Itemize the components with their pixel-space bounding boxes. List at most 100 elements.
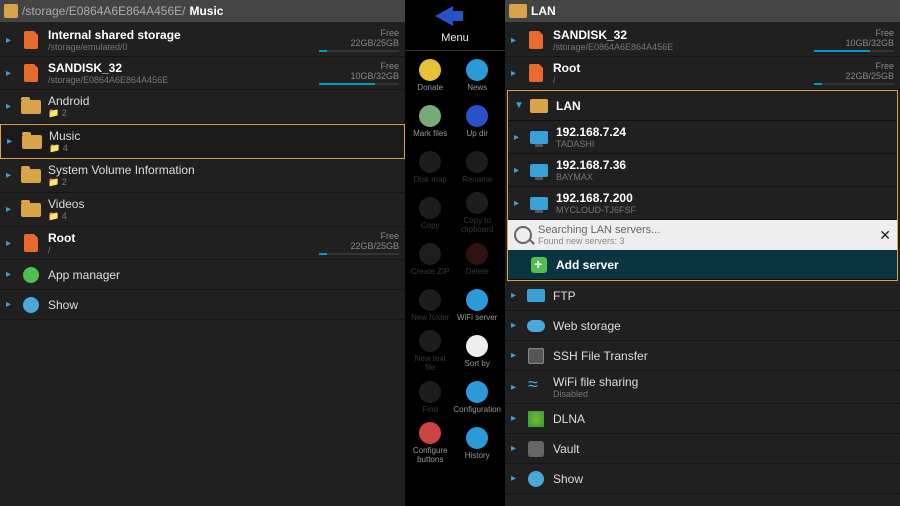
tool-icon <box>466 289 488 311</box>
service-6-row[interactable]: ▸ Show <box>505 464 900 494</box>
left-item-4-row[interactable]: ▸ System Volume Information📁 2 <box>0 159 405 193</box>
chevron-right-icon: ▸ <box>514 165 522 176</box>
left-item-3-sub: 📁 4 <box>49 143 398 154</box>
chevron-right-icon: ▸ <box>511 290 519 301</box>
tool-label: Mark files <box>413 129 447 138</box>
left-item-2-row[interactable]: ▸ Android📁 2 <box>0 90 405 124</box>
tool-icon <box>419 330 441 352</box>
ftp-icon <box>527 289 545 302</box>
chevron-right-icon: ▸ <box>511 350 519 361</box>
chevron-right-icon: ▸ <box>511 68 519 79</box>
left-item-1-row[interactable]: ▸ SANDISK_32/storage/E0864A6E864A456E Fr… <box>0 57 405 90</box>
service-0-row[interactable]: ▸ FTP <box>505 281 900 311</box>
left-path-bar[interactable]: /storage/E0864A6E864A456E/Music <box>0 0 405 22</box>
tool-donate[interactable]: Donate <box>409 53 451 97</box>
left-item-1-sub: /storage/E0864A6E864A456E <box>48 75 313 85</box>
right-storage-0-row[interactable]: ▸ SANDISK_32/storage/E0864A6E864A456E Fr… <box>505 24 900 57</box>
tool-icon <box>466 192 488 214</box>
center-toolbar: Menu Donate News Mark files Up dir Disk … <box>405 0 505 506</box>
search-status-line2: Found new servers: 3 <box>538 236 873 246</box>
lan-host-ip: 192.168.7.36 <box>556 158 891 172</box>
tool-icon <box>466 243 488 265</box>
tool-label: Rename <box>462 175 492 184</box>
left-item-6-row[interactable]: ▸ Root/ Free22GB/25GB <box>0 227 405 260</box>
right-items: ▸ SANDISK_32/storage/E0864A6E864A456E Fr… <box>505 22 900 506</box>
tool-icon <box>419 289 441 311</box>
computer-icon <box>530 131 548 144</box>
network-icon <box>509 4 527 18</box>
sd-icon <box>529 64 543 82</box>
right-path-bar[interactable]: LAN <box>505 0 900 22</box>
left-item-8-row[interactable]: ▸ Show <box>0 290 405 320</box>
tool-new-folder: New folder <box>409 283 451 327</box>
tool-news[interactable]: News <box>453 53 501 97</box>
add-server-row[interactable]: Add server <box>508 250 897 280</box>
tool-configuration[interactable]: Configuration <box>453 375 501 419</box>
service-2-row[interactable]: ▸ SSH File Transfer <box>505 341 900 371</box>
sd-icon <box>24 64 38 82</box>
left-item-0-meta: Free22GB/25GB <box>319 28 399 52</box>
chevron-down-icon: ▼ <box>514 100 522 111</box>
right-storage-1-sub: / <box>553 75 808 85</box>
service-3-row[interactable]: ▸ WiFi file sharingDisabled <box>505 371 900 404</box>
service-4-row[interactable]: ▸ DLNA <box>505 404 900 434</box>
lan-host-row[interactable]: ▸ 192.168.7.200 MYCLOUD-TJ6FSF <box>508 187 897 220</box>
folder-icon <box>21 203 41 217</box>
tool-label: Disk map <box>414 175 447 184</box>
tool-up-dir[interactable]: Up dir <box>453 99 501 143</box>
left-item-3-title: Music <box>49 129 398 143</box>
tool-icon <box>419 422 441 444</box>
service-3-sub: Disabled <box>553 389 894 399</box>
lan-host-name: MYCLOUD-TJ6FSF <box>556 205 891 215</box>
back-button[interactable] <box>435 6 475 28</box>
gear-icon <box>23 297 39 313</box>
dlna-icon <box>528 411 544 427</box>
chevron-right-icon: ▸ <box>511 35 519 46</box>
lan-group: ▼ LAN ▸ 192.168.7.24 TADASHI ▸ 192.168.7… <box>507 90 898 281</box>
left-item-2-title: Android <box>48 94 399 108</box>
chevron-right-icon: ▸ <box>6 238 14 249</box>
tool-label: Find <box>422 405 438 414</box>
tool-disk-map: Disk map <box>409 145 451 189</box>
add-server-label: Add server <box>556 258 891 272</box>
tool-configure-buttons[interactable]: Configure buttons <box>409 421 451 465</box>
right-storage-0-meta: Free10GB/32GB <box>814 28 894 52</box>
right-storage-1-row[interactable]: ▸ Root/ Free22GB/25GB <box>505 57 900 90</box>
gear-icon <box>528 471 544 487</box>
lan-header-label: LAN <box>556 99 891 113</box>
service-5-row[interactable]: ▸ Vault <box>505 434 900 464</box>
service-3-title: WiFi file sharing <box>553 375 894 389</box>
tool-label: New text file <box>409 354 451 372</box>
lan-host-row[interactable]: ▸ 192.168.7.24 TADASHI <box>508 121 897 154</box>
left-item-0-row[interactable]: ▸ Internal shared storage/storage/emulat… <box>0 24 405 57</box>
lan-host-ip: 192.168.7.200 <box>556 191 891 205</box>
chevron-right-icon: ▸ <box>511 413 519 424</box>
tool-icon <box>466 105 488 127</box>
wifi-icon <box>528 379 544 395</box>
left-item-4-sub: 📁 2 <box>48 177 399 188</box>
close-icon[interactable]: ✕ <box>879 227 891 244</box>
service-1-row[interactable]: ▸ Web storage <box>505 311 900 341</box>
sd-icon <box>24 31 38 49</box>
chevron-right-icon: ▸ <box>514 198 522 209</box>
tool-mark-files[interactable]: Mark files <box>409 99 451 143</box>
tool-history[interactable]: History <box>453 421 501 465</box>
tool-label: Sort by <box>465 359 490 368</box>
lan-host-row[interactable]: ▸ 192.168.7.36 BAYMAX <box>508 154 897 187</box>
tool-icon <box>466 59 488 81</box>
tool-wifi-server[interactable]: WiFi server <box>453 283 501 327</box>
search-icon <box>514 226 532 244</box>
left-item-5-row[interactable]: ▸ Videos📁 4 <box>0 193 405 227</box>
search-status-line1: Searching LAN servers... <box>538 224 660 236</box>
tool-label: History <box>465 451 490 460</box>
chevron-right-icon: ▸ <box>511 382 519 393</box>
lan-header-row[interactable]: ▼ LAN <box>508 91 897 121</box>
left-item-3-row[interactable]: ▸ Music📁 4 <box>0 124 405 159</box>
tool-label: Create ZIP <box>411 267 450 276</box>
tool-sort-by[interactable]: Sort by <box>453 329 501 373</box>
lan-host-ip: 192.168.7.24 <box>556 125 891 139</box>
tool-icon <box>419 151 441 173</box>
left-item-7-row[interactable]: ▸ App manager <box>0 260 405 290</box>
folder-icon <box>4 4 18 18</box>
computer-icon <box>530 164 548 177</box>
